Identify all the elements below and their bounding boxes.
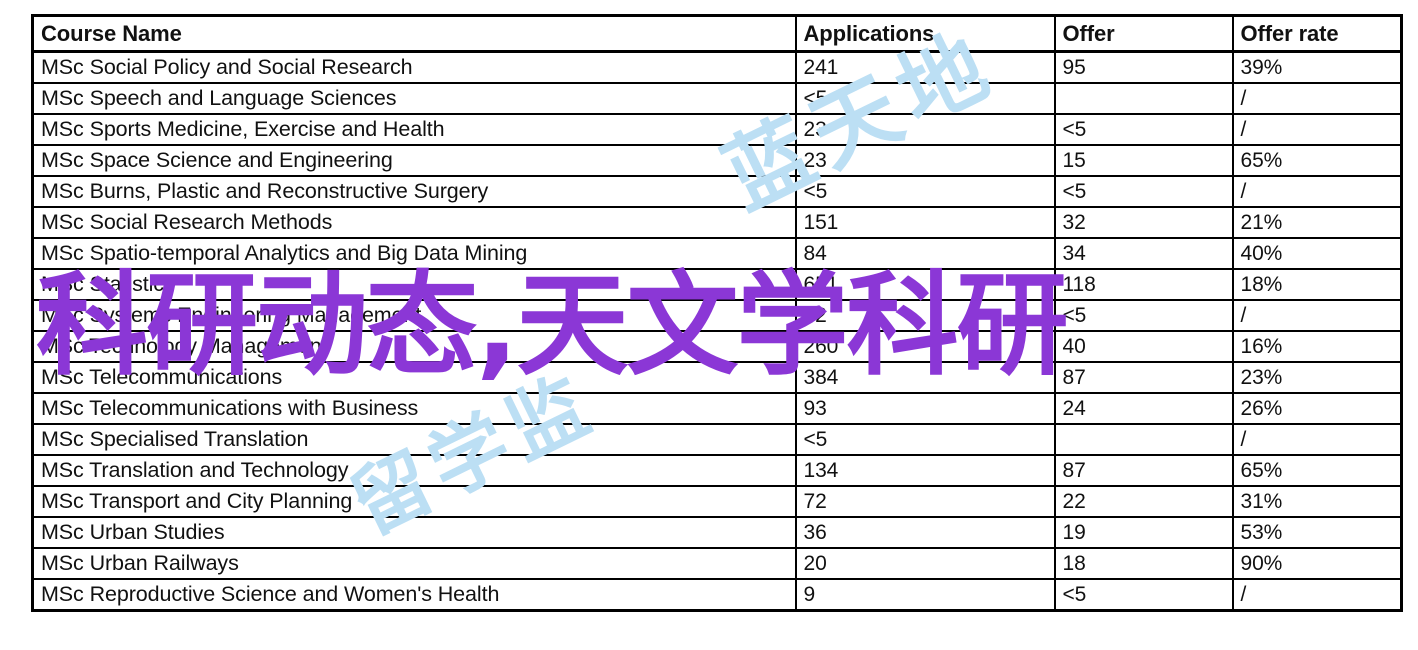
table-row: MSc Reproductive Science and Women's Hea… [31, 578, 1403, 612]
cell-course-name: MSc Transport and City Planning [31, 485, 797, 518]
cell-applications: 384 [794, 361, 1056, 394]
table-row: MSc Burns, Plastic and Reconstructive Su… [31, 175, 1403, 208]
cell-applications: <5 [794, 175, 1056, 208]
cell-applications: <5 [794, 82, 1056, 115]
table-row: MSc Transport and City Planning 72 22 31% [31, 485, 1403, 518]
cell-offer-rate: 26% [1231, 392, 1403, 425]
cell-applications: 72 [794, 485, 1056, 518]
cell-offer-rate: / [1231, 578, 1403, 612]
cell-course-name: MSc Statistics [31, 268, 797, 301]
cell-course-name: MSc Spatio-temporal Analytics and Big Da… [31, 237, 797, 270]
cell-applications: 260 [794, 330, 1056, 363]
cell-offer [1053, 82, 1234, 115]
cell-applications: 651 [794, 268, 1056, 301]
cell-applications: 36 [794, 516, 1056, 549]
table-row: MSc Systems Engineering Management 32 <5/ [31, 299, 1403, 332]
cell-course-name: MSc Social Policy and Social Research [31, 50, 797, 84]
cell-offer: 40 [1053, 330, 1234, 363]
cell-offer: 15 [1053, 144, 1234, 177]
cell-course-name: MSc Urban Railways [31, 547, 797, 580]
cell-applications: 93 [794, 392, 1056, 425]
cell-course-name: MSc Reproductive Science and Women's Hea… [31, 578, 797, 612]
table-row: MSc Telecommunications with Business 93 24… [31, 392, 1403, 425]
cell-offer-rate: / [1231, 175, 1403, 208]
table-row: MSc Urban Studies 36 19 53% [31, 516, 1403, 549]
cell-offer-rate: 16% [1231, 330, 1403, 363]
cell-course-name: MSc Translation and Technology [31, 454, 797, 487]
cell-offer-rate: 21% [1231, 206, 1403, 239]
cell-offer: 32 [1053, 206, 1234, 239]
cell-offer: 95 [1053, 50, 1234, 84]
table-body: MSc Social Policy and Social Research 241… [31, 50, 1403, 612]
table-row: MSc Urban Railways 20 18 90% [31, 547, 1403, 580]
table-row: MSc Sports Medicine, Exercise and Health… [31, 113, 1403, 146]
column-header-offer-rate: Offer rate [1231, 14, 1403, 53]
cell-course-name: MSc Technology Management [31, 330, 797, 363]
column-header-course-name: Course Name [31, 14, 797, 53]
cell-offer: 34 [1053, 237, 1234, 270]
cell-offer-rate: 40% [1231, 237, 1403, 270]
cell-applications: <5 [794, 423, 1056, 456]
cell-course-name: MSc Systems Engineering Management [31, 299, 797, 332]
document-page: Course Name Applications Offer Offer rat… [0, 0, 1418, 650]
cell-offer: 22 [1053, 485, 1234, 518]
table-row: MSc Specialised Translation <5 / [31, 423, 1403, 456]
course-table-container: Course Name Applications Offer Offer rat… [31, 14, 1403, 612]
cell-offer: 118 [1053, 268, 1234, 301]
table-header-row: Course Name Applications Offer Offer rat… [31, 14, 1403, 53]
cell-course-name: MSc Speech and Language Sciences [31, 82, 797, 115]
cell-course-name: MSc Space Science and Engineering [31, 144, 797, 177]
cell-applications: 20 [794, 547, 1056, 580]
cell-offer-rate: / [1231, 82, 1403, 115]
cell-applications: 23 [794, 113, 1056, 146]
cell-applications: 23 [794, 144, 1056, 177]
cell-offer-rate: 65% [1231, 144, 1403, 177]
cell-applications: 134 [794, 454, 1056, 487]
cell-offer: <5 [1053, 578, 1234, 612]
table-row: MSc Space Science and Engineering 23 15 65% [31, 144, 1403, 177]
cell-offer: 19 [1053, 516, 1234, 549]
cell-course-name: MSc Urban Studies [31, 516, 797, 549]
cell-offer [1053, 423, 1234, 456]
cell-offer: <5 [1053, 175, 1234, 208]
cell-offer-rate: 65% [1231, 454, 1403, 487]
cell-course-name: MSc Telecommunications with Business [31, 392, 797, 425]
cell-offer-rate: 39% [1231, 50, 1403, 84]
cell-applications: 9 [794, 578, 1056, 612]
cell-applications: 241 [794, 50, 1056, 84]
table-row: MSc Statistics 651 118 18% [31, 268, 1403, 301]
cell-offer: <5 [1053, 299, 1234, 332]
cell-offer-rate: 53% [1231, 516, 1403, 549]
course-statistics-table: Course Name Applications Offer Offer rat… [31, 14, 1403, 612]
cell-applications: 84 [794, 237, 1056, 270]
cell-offer: 24 [1053, 392, 1234, 425]
cell-offer-rate: 90% [1231, 547, 1403, 580]
cell-applications: 151 [794, 206, 1056, 239]
table-row: MSc Telecommunications 384 87 23% [31, 361, 1403, 394]
table-row: MSc Speech and Language Sciences <5 / [31, 82, 1403, 115]
cell-offer-rate: / [1231, 299, 1403, 332]
table-row: MSc Translation and Technology 134 87 65% [31, 454, 1403, 487]
table-row: MSc Social Policy and Social Research 241… [31, 50, 1403, 84]
cell-offer: 87 [1053, 361, 1234, 394]
cell-offer-rate: 23% [1231, 361, 1403, 394]
cell-applications: 32 [794, 299, 1056, 332]
column-header-offer: Offer [1053, 14, 1234, 53]
cell-offer-rate: 31% [1231, 485, 1403, 518]
cell-course-name: MSc Specialised Translation [31, 423, 797, 456]
cell-offer-rate: 18% [1231, 268, 1403, 301]
column-header-applications: Applications [794, 14, 1056, 53]
cell-course-name: MSc Sports Medicine, Exercise and Health [31, 113, 797, 146]
cell-course-name: MSc Burns, Plastic and Reconstructive Su… [31, 175, 797, 208]
cell-offer-rate: / [1231, 423, 1403, 456]
cell-offer-rate: / [1231, 113, 1403, 146]
table-row: MSc Spatio-temporal Analytics and Big Da… [31, 237, 1403, 270]
cell-offer: 87 [1053, 454, 1234, 487]
table-row: MSc Social Research Methods 151 32 21% [31, 206, 1403, 239]
table-row: MSc Technology Management 260 40 16% [31, 330, 1403, 363]
cell-course-name: MSc Telecommunications [31, 361, 797, 394]
cell-offer: 18 [1053, 547, 1234, 580]
cell-offer: <5 [1053, 113, 1234, 146]
cell-course-name: MSc Social Research Methods [31, 206, 797, 239]
